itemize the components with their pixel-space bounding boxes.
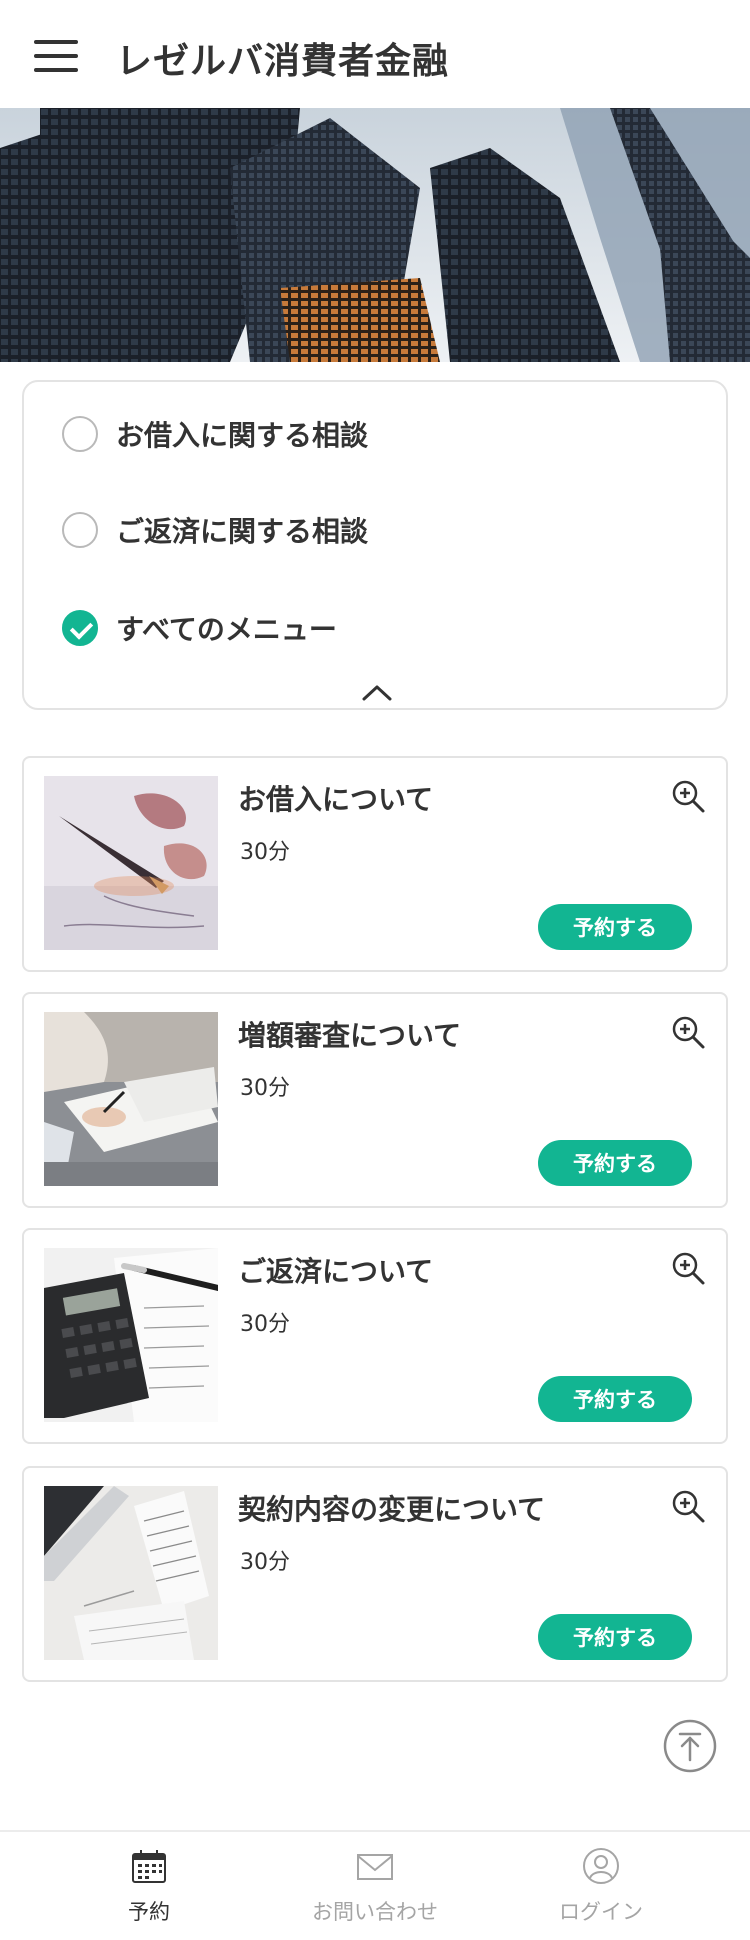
- card-duration: 30分: [240, 1076, 290, 1101]
- laptop-papers-photo: [44, 1486, 218, 1660]
- reserve-button[interactable]: 予約する: [538, 904, 692, 950]
- zoom-in-icon[interactable]: [670, 1250, 706, 1286]
- card-title: 契約内容の変更について: [238, 1493, 546, 1526]
- nav-item-login[interactable]: ログイン: [476, 1832, 726, 1940]
- card-title: 増額審査について: [238, 1019, 462, 1052]
- chevron-up-icon[interactable]: [362, 682, 392, 702]
- nav-label: お問い合わせ: [312, 1900, 438, 1924]
- app-title: レゼルバ消費者金融: [116, 41, 450, 82]
- nav-label: 予約: [128, 1900, 170, 1924]
- calendar-icon: [132, 1850, 166, 1883]
- card-duration: 30分: [240, 1312, 290, 1337]
- zoom-in-icon[interactable]: [670, 1488, 706, 1524]
- check-circle-icon[interactable]: [62, 610, 98, 646]
- radio-unchecked-icon[interactable]: [62, 416, 98, 452]
- reserve-button[interactable]: 予約する: [538, 1140, 692, 1186]
- reserve-button[interactable]: 予約する: [538, 1614, 692, 1660]
- hamburger-menu-icon[interactable]: [34, 40, 78, 72]
- reserve-button[interactable]: 予約する: [538, 1376, 692, 1422]
- back-to-top-icon[interactable]: [662, 1718, 718, 1774]
- nav-label: ログイン: [559, 1900, 643, 1924]
- filter-label: ご返済に関する相談: [116, 515, 369, 548]
- bottom-navigation: 予約 お問い合わせ ログイン: [0, 1830, 750, 1940]
- menu-card-contract-change[interactable]: 契約内容の変更について 30分 予約する: [22, 1466, 728, 1682]
- menu-card-limit-increase[interactable]: 増額審査について 30分 予約する: [22, 992, 728, 1208]
- card-duration: 30分: [240, 1550, 290, 1575]
- nav-item-contact[interactable]: お問い合わせ: [250, 1832, 500, 1940]
- filter-option-borrowing[interactable]: お借入に関する相談: [62, 412, 368, 456]
- menu-card-repayment[interactable]: ご返済について 30分 予約する: [22, 1228, 728, 1444]
- card-title: お借入について: [238, 783, 434, 816]
- zoom-in-icon[interactable]: [670, 1014, 706, 1050]
- menu-card-borrowing[interactable]: お借入について 30分 予約する: [22, 756, 728, 972]
- hero-image: [0, 108, 750, 362]
- app-header: レゼルバ消費者金融: [0, 0, 750, 108]
- calculator-photo: [44, 1248, 218, 1422]
- consultation-filter: お借入に関する相談 ご返済に関する相談 すべてのメニュー: [22, 380, 728, 710]
- card-duration: 30分: [240, 840, 290, 865]
- user-icon: [583, 1848, 619, 1884]
- zoom-in-icon[interactable]: [670, 778, 706, 814]
- mail-icon: [357, 1854, 393, 1880]
- fountain-pen-photo: [44, 776, 218, 950]
- card-title: ご返済について: [238, 1255, 434, 1288]
- document-signing-photo: [44, 1012, 218, 1186]
- filter-label: お借入に関する相談: [116, 419, 369, 452]
- filter-label: すべてのメニュー: [116, 613, 337, 646]
- filter-option-all-menus[interactable]: すべてのメニュー: [62, 606, 337, 650]
- nav-item-reservation[interactable]: 予約: [24, 1832, 274, 1940]
- radio-unchecked-icon[interactable]: [62, 512, 98, 548]
- filter-option-repayment[interactable]: ご返済に関する相談: [62, 508, 368, 552]
